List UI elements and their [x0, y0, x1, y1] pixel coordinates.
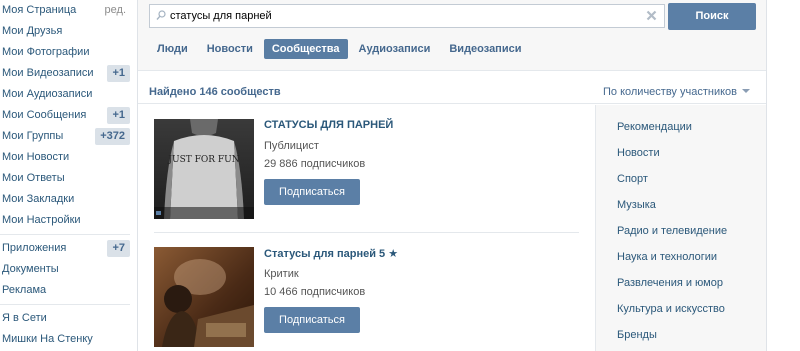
- sidebar-item-label[interactable]: Мои Ответы: [2, 172, 65, 184]
- subscribe-button[interactable]: Подписаться: [264, 307, 360, 333]
- search-input[interactable]: [170, 5, 640, 27]
- sidebar-item-app-bears[interactable]: Мишки На Стенку: [0, 329, 132, 350]
- left-sidebar: Моя Страница ред. Мои Друзья Мои Фотогра…: [0, 0, 132, 351]
- category-sidebar: Рекомендации Новости Спорт Музыка Радио …: [595, 105, 766, 351]
- sidebar-divider: [0, 304, 130, 305]
- tab-communities[interactable]: Сообщества: [263, 39, 348, 59]
- counter-badge[interactable]: +372: [95, 128, 130, 145]
- edit-link[interactable]: ред.: [105, 0, 126, 21]
- sidebar-item-label[interactable]: Моя Страница: [2, 4, 76, 16]
- sidebar-item-label[interactable]: Мои Закладки: [2, 193, 74, 205]
- category-science-tech[interactable]: Наука и технологии: [596, 244, 766, 270]
- search-header: Поиск Люди Новости Сообщества Аудиозапис…: [138, 0, 766, 71]
- list-item: JUST FOR FUN СТАТУСЫ ДЛЯ ПАРНЕЙ Публицис…: [154, 105, 579, 232]
- subscribe-button[interactable]: Подписаться: [264, 179, 360, 205]
- sort-label[interactable]: По количеству участников: [603, 86, 737, 98]
- sort-dropdown[interactable]: По количеству участников: [603, 86, 750, 98]
- sidebar-item-bookmarks[interactable]: Мои Закладки: [0, 189, 132, 210]
- community-avatar[interactable]: JUST FOR FUN: [154, 119, 254, 219]
- sidebar-item-label[interactable]: Мои Аудиозаписи: [2, 88, 92, 100]
- sidebar-item-apps[interactable]: Приложения +7: [0, 238, 132, 259]
- sidebar-item-documents[interactable]: Документы: [0, 259, 132, 280]
- triangle-down-icon[interactable]: [742, 89, 750, 93]
- sidebar-item-app-online[interactable]: Я в Сети: [0, 308, 132, 329]
- sidebar-item-audio[interactable]: Мои Аудиозаписи: [0, 84, 132, 105]
- magnifier-icon: [156, 10, 166, 24]
- category-sport[interactable]: Спорт: [596, 166, 766, 192]
- category-news[interactable]: Новости: [596, 140, 766, 166]
- tab-video[interactable]: Видеозаписи: [441, 39, 529, 59]
- sidebar-item-label[interactable]: Мои Сообщения: [2, 109, 86, 121]
- sidebar-item-label[interactable]: Мои Видеозаписи: [2, 67, 94, 79]
- sidebar-item-label[interactable]: Мои Фотографии: [2, 46, 89, 58]
- sidebar-item-settings[interactable]: Мои Настройки: [0, 210, 132, 231]
- subscriber-count: 29 886 подписчиков: [264, 158, 366, 170]
- counter-badge[interactable]: +1: [107, 107, 130, 124]
- sidebar-item-ads[interactable]: Реклама: [0, 280, 132, 301]
- category-music[interactable]: Музыка: [596, 192, 766, 218]
- sidebar-item-label[interactable]: Я в Сети: [2, 312, 47, 324]
- sidebar-item-label[interactable]: Приложения: [2, 242, 66, 254]
- category-recommendations[interactable]: Рекомендации: [596, 114, 766, 140]
- category-brands[interactable]: Бренды: [596, 322, 766, 348]
- tab-audio[interactable]: Аудиозаписи: [351, 39, 439, 59]
- community-type: Критик: [264, 268, 299, 280]
- sidebar-item-groups[interactable]: Мои Группы +372: [0, 126, 132, 147]
- counter-badge[interactable]: +7: [107, 240, 130, 257]
- thumb-text: JUST FOR FUN: [167, 155, 239, 165]
- sidebar-divider: [0, 234, 130, 235]
- tab-news[interactable]: Новости: [199, 39, 261, 59]
- search-tabs: Люди Новости Сообщества Аудиозаписи Виде…: [149, 39, 532, 59]
- sidebar-item-my-page[interactable]: Моя Страница ред.: [0, 0, 132, 21]
- sidebar-item-messages[interactable]: Мои Сообщения +1: [0, 105, 132, 126]
- subscriber-count: 10 466 подписчиков: [264, 286, 366, 298]
- category-radio-tv[interactable]: Радио и телевидение: [596, 218, 766, 244]
- results-list: JUST FOR FUN СТАТУСЫ ДЛЯ ПАРНЕЙ Публицис…: [154, 105, 579, 351]
- tab-people[interactable]: Люди: [149, 39, 196, 59]
- search-panel: Поиск Люди Новости Сообщества Аудиозапис…: [137, 0, 767, 351]
- sidebar-item-label[interactable]: Мои Настройки: [2, 214, 81, 226]
- counter-badge[interactable]: +1: [107, 65, 130, 82]
- sidebar-item-label[interactable]: Мои Группы: [2, 130, 63, 142]
- results-summary: Найдено 146 сообществ По количеству учас…: [138, 72, 766, 104]
- sidebar-item-label[interactable]: Реклама: [2, 284, 46, 296]
- sidebar-item-label[interactable]: Документы: [2, 263, 59, 275]
- sidebar-item-news[interactable]: Мои Новости: [0, 147, 132, 168]
- community-avatar[interactable]: [154, 247, 254, 347]
- sidebar-item-answers[interactable]: Мои Ответы: [0, 168, 132, 189]
- results-count: Найдено 146 сообществ: [149, 86, 281, 98]
- sidebar-item-friends[interactable]: Мои Друзья: [0, 21, 132, 42]
- sidebar-item-label[interactable]: Мои Друзья: [2, 25, 62, 37]
- community-type: Публицист: [264, 140, 319, 152]
- search-box[interactable]: [149, 4, 665, 28]
- sidebar-item-videos[interactable]: Мои Видеозаписи +1: [0, 63, 132, 84]
- sidebar-item-label[interactable]: Мишки На Стенку: [2, 333, 93, 345]
- sidebar-item-label[interactable]: Мои Новости: [2, 151, 69, 163]
- community-name[interactable]: Статусы для парней 5 ★: [264, 247, 398, 260]
- close-icon[interactable]: [646, 10, 657, 24]
- list-item: Статусы для парней 5 ★ Критик 10 466 под…: [154, 232, 579, 351]
- category-entertainment[interactable]: Развлечения и юмор: [596, 270, 766, 296]
- category-culture-art[interactable]: Культура и искусство: [596, 296, 766, 322]
- search-button[interactable]: Поиск: [668, 3, 756, 30]
- sidebar-item-photos[interactable]: Мои Фотографии: [0, 42, 132, 63]
- community-name[interactable]: СТАТУСЫ ДЛЯ ПАРНЕЙ: [264, 119, 393, 131]
